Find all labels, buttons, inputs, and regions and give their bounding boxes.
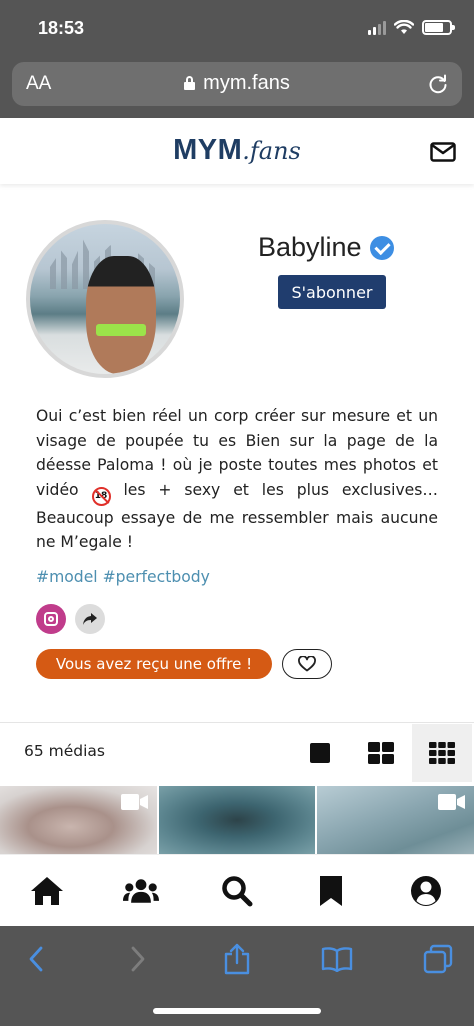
media-grid bbox=[0, 786, 474, 854]
signal-icon bbox=[368, 20, 386, 35]
tabs-icon bbox=[423, 944, 453, 974]
no-under-18-icon: 18 bbox=[91, 486, 111, 506]
media-count: 65 médias bbox=[24, 742, 106, 760]
back-icon bbox=[29, 946, 43, 972]
browser-tabs-button[interactable] bbox=[420, 942, 456, 976]
offer-button[interactable]: Vous avez reçu une offre ! bbox=[36, 649, 272, 679]
video-camera-icon bbox=[438, 794, 466, 810]
browser-share-button[interactable] bbox=[219, 942, 255, 976]
subscribe-button[interactable]: S'abonner bbox=[278, 275, 386, 309]
media-thumbnail[interactable] bbox=[158, 786, 316, 854]
profile-hashtags[interactable]: #model #perfectbody bbox=[36, 568, 210, 586]
forward-icon bbox=[131, 946, 145, 972]
video-camera-icon bbox=[120, 794, 148, 810]
avatar-figure bbox=[86, 256, 156, 374]
status-icons bbox=[368, 20, 455, 35]
share-icon bbox=[224, 943, 250, 975]
site-header: MYM.fans bbox=[0, 118, 474, 184]
status-time: 18:53 bbox=[38, 18, 85, 38]
account-icon bbox=[411, 876, 441, 906]
nav-bookmarks[interactable] bbox=[313, 873, 349, 909]
nav-search[interactable] bbox=[219, 873, 255, 909]
section-divider bbox=[0, 722, 474, 723]
browser-forward-button[interactable] bbox=[120, 942, 156, 976]
logo-main: MYM bbox=[173, 134, 243, 166]
view-quad-button[interactable] bbox=[351, 724, 411, 782]
search-icon bbox=[222, 876, 253, 907]
mail-icon[interactable] bbox=[430, 142, 456, 162]
home-indicator[interactable] bbox=[153, 1008, 321, 1014]
verified-badge-icon bbox=[369, 235, 394, 260]
wifi-icon bbox=[394, 20, 414, 34]
logo-suffix: .fans bbox=[242, 137, 301, 165]
view-single-button[interactable] bbox=[290, 724, 350, 782]
home-icon bbox=[31, 877, 63, 905]
bookmark-icon bbox=[320, 876, 342, 906]
view-grid-button[interactable] bbox=[412, 724, 472, 782]
media-thumbnail[interactable] bbox=[317, 786, 474, 854]
nav-community[interactable] bbox=[123, 873, 159, 909]
profile-name: Babyline bbox=[258, 232, 362, 262]
url-text: mym.fans bbox=[203, 72, 290, 94]
browser-top-chrome: 18:53 AA mym.fans bbox=[0, 0, 474, 118]
app-bottom-nav bbox=[0, 854, 474, 926]
browser-bookmarks-button[interactable] bbox=[319, 942, 355, 976]
nine-grid-icon bbox=[429, 742, 455, 764]
profile-name-row: Babyline bbox=[258, 232, 394, 263]
quad-grid-icon bbox=[368, 742, 394, 764]
lock-icon bbox=[184, 76, 196, 90]
mym-logo[interactable]: MYM.fans bbox=[0, 134, 474, 167]
bookmarks-icon bbox=[321, 947, 353, 972]
nav-home[interactable] bbox=[29, 873, 65, 909]
reload-icon[interactable] bbox=[426, 72, 450, 96]
instagram-icon[interactable] bbox=[36, 604, 66, 634]
address-bar[interactable]: AA mym.fans bbox=[12, 62, 462, 106]
profile-bio: Oui c’est bien réel un corp créer sur me… bbox=[36, 404, 438, 555]
single-view-icon bbox=[310, 743, 330, 763]
url-display[interactable]: mym.fans bbox=[12, 72, 462, 95]
nav-account[interactable] bbox=[408, 873, 444, 909]
social-links bbox=[36, 604, 105, 634]
browser-back-button[interactable] bbox=[18, 942, 54, 976]
avatar-detail bbox=[96, 324, 146, 336]
users-icon bbox=[123, 879, 159, 903]
battery-icon bbox=[422, 20, 455, 35]
profile-avatar[interactable] bbox=[26, 220, 184, 378]
heart-icon bbox=[298, 656, 316, 672]
share-profile-icon[interactable] bbox=[75, 604, 105, 634]
media-thumbnail[interactable] bbox=[0, 786, 157, 854]
favorite-button[interactable] bbox=[282, 649, 332, 679]
